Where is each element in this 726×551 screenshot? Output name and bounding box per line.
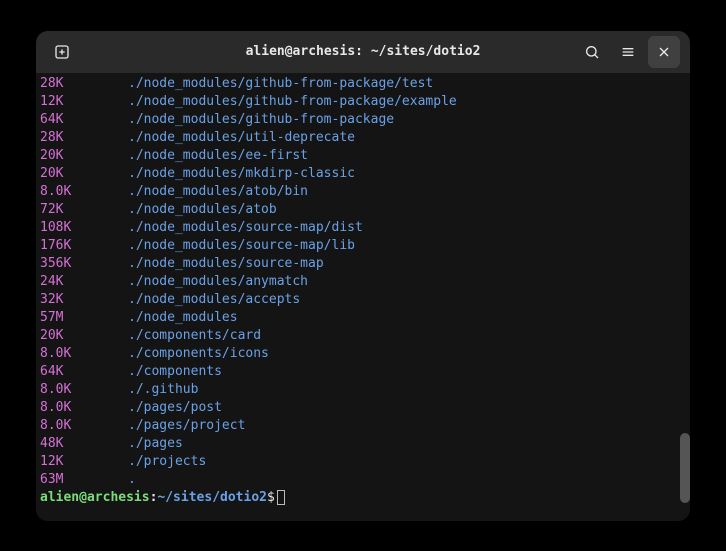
file-path: ./node_modules/source-map/lib (128, 238, 355, 253)
file-size: 8.0K (40, 345, 128, 363)
output-line: 64K./node_modules/github-from-package (40, 111, 686, 129)
terminal-window: alien@archesis: ~/sites/dotio2 28K./node… (36, 31, 690, 521)
file-path: ./.github (128, 382, 198, 397)
file-path: ./pages/post (128, 400, 222, 415)
file-size: 108K (40, 219, 128, 237)
output-line: 12K./node_modules/github-from-package/ex… (40, 93, 686, 111)
menu-button[interactable] (612, 36, 644, 68)
file-path: ./components/card (128, 328, 261, 343)
output-line: 63M. (40, 471, 686, 489)
file-size: 24K (40, 273, 128, 291)
file-size: 356K (40, 255, 128, 273)
file-size: 176K (40, 237, 128, 255)
output-line: 32K./node_modules/accepts (40, 291, 686, 309)
prompt-path: ~/sites/dotio2 (157, 490, 267, 505)
output-line: 356K./node_modules/source-map (40, 255, 686, 273)
file-size: 8.0K (40, 183, 128, 201)
output-line: 28K./node_modules/github-from-package/te… (40, 75, 686, 93)
file-size: 8.0K (40, 417, 128, 435)
output-line: 24K./node_modules/anymatch (40, 273, 686, 291)
file-path: ./components/icons (128, 346, 269, 361)
file-size: 72K (40, 201, 128, 219)
output-line: 48K./pages (40, 435, 686, 453)
file-path: ./components (128, 364, 222, 379)
output-line: 8.0K./components/icons (40, 345, 686, 363)
file-path: ./node_modules/atob (128, 202, 277, 217)
file-path: ./node_modules/source-map (128, 256, 324, 271)
file-path: ./node_modules/mkdirp-classic (128, 166, 355, 181)
output-line: 28K./node_modules/util-deprecate (40, 129, 686, 147)
file-path: ./node_modules/github-from-package/test (128, 76, 433, 91)
output-line: 8.0K./pages/project (40, 417, 686, 435)
hamburger-icon (620, 44, 636, 60)
file-size: 64K (40, 363, 128, 381)
scrollbar[interactable] (680, 433, 690, 503)
file-path: ./node_modules/ee-first (128, 148, 308, 163)
file-size: 8.0K (40, 399, 128, 417)
cursor (277, 490, 285, 505)
output-line: 8.0K./node_modules/atob/bin (40, 183, 686, 201)
output-line: 8.0K./.github (40, 381, 686, 399)
file-size: 64K (40, 111, 128, 129)
file-path: ./node_modules/github-from-package (128, 112, 394, 127)
file-path: ./node_modules (128, 310, 238, 325)
file-path: . (128, 472, 136, 487)
file-size: 12K (40, 453, 128, 471)
file-path: ./node_modules/github-from-package/examp… (128, 94, 457, 109)
file-size: 63M (40, 471, 128, 489)
output-line: 108K./node_modules/source-map/dist (40, 219, 686, 237)
prompt-dollar: $ (267, 490, 275, 505)
file-size: 32K (40, 291, 128, 309)
output-line: 20K./components/card (40, 327, 686, 345)
file-path: ./node_modules/source-map/dist (128, 220, 363, 235)
file-size: 8.0K (40, 381, 128, 399)
terminal-output: 28K./node_modules/github-from-package/te… (40, 75, 686, 489)
output-line: 176K./node_modules/source-map/lib (40, 237, 686, 255)
file-path: ./node_modules/accepts (128, 292, 300, 307)
search-button[interactable] (576, 36, 608, 68)
search-icon (584, 44, 600, 60)
new-tab-button[interactable] (46, 36, 78, 68)
prompt-line: alien@archesis:~/sites/dotio2$ (40, 489, 686, 507)
file-size: 20K (40, 327, 128, 345)
close-icon (656, 44, 672, 60)
output-line: 57M./node_modules (40, 309, 686, 327)
file-path: ./pages/project (128, 418, 245, 433)
prompt-user: alien@archesis (40, 490, 150, 505)
file-size: 28K (40, 75, 128, 93)
file-size: 20K (40, 165, 128, 183)
close-button[interactable] (648, 36, 680, 68)
output-line: 20K./node_modules/mkdirp-classic (40, 165, 686, 183)
terminal-body[interactable]: 28K./node_modules/github-from-package/te… (36, 73, 690, 521)
file-size: 57M (40, 309, 128, 327)
output-line: 8.0K./pages/post (40, 399, 686, 417)
output-line: 12K./projects (40, 453, 686, 471)
output-line: 20K./node_modules/ee-first (40, 147, 686, 165)
file-path: ./node_modules/util-deprecate (128, 130, 355, 145)
output-line: 64K./components (40, 363, 686, 381)
file-path: ./node_modules/atob/bin (128, 184, 308, 199)
file-size: 20K (40, 147, 128, 165)
file-size: 12K (40, 93, 128, 111)
plus-square-icon (54, 44, 70, 60)
output-line: 72K./node_modules/atob (40, 201, 686, 219)
file-path: ./projects (128, 454, 206, 469)
titlebar: alien@archesis: ~/sites/dotio2 (36, 31, 690, 73)
file-size: 28K (40, 129, 128, 147)
file-path: ./pages (128, 436, 183, 451)
file-path: ./node_modules/anymatch (128, 274, 308, 289)
file-size: 48K (40, 435, 128, 453)
